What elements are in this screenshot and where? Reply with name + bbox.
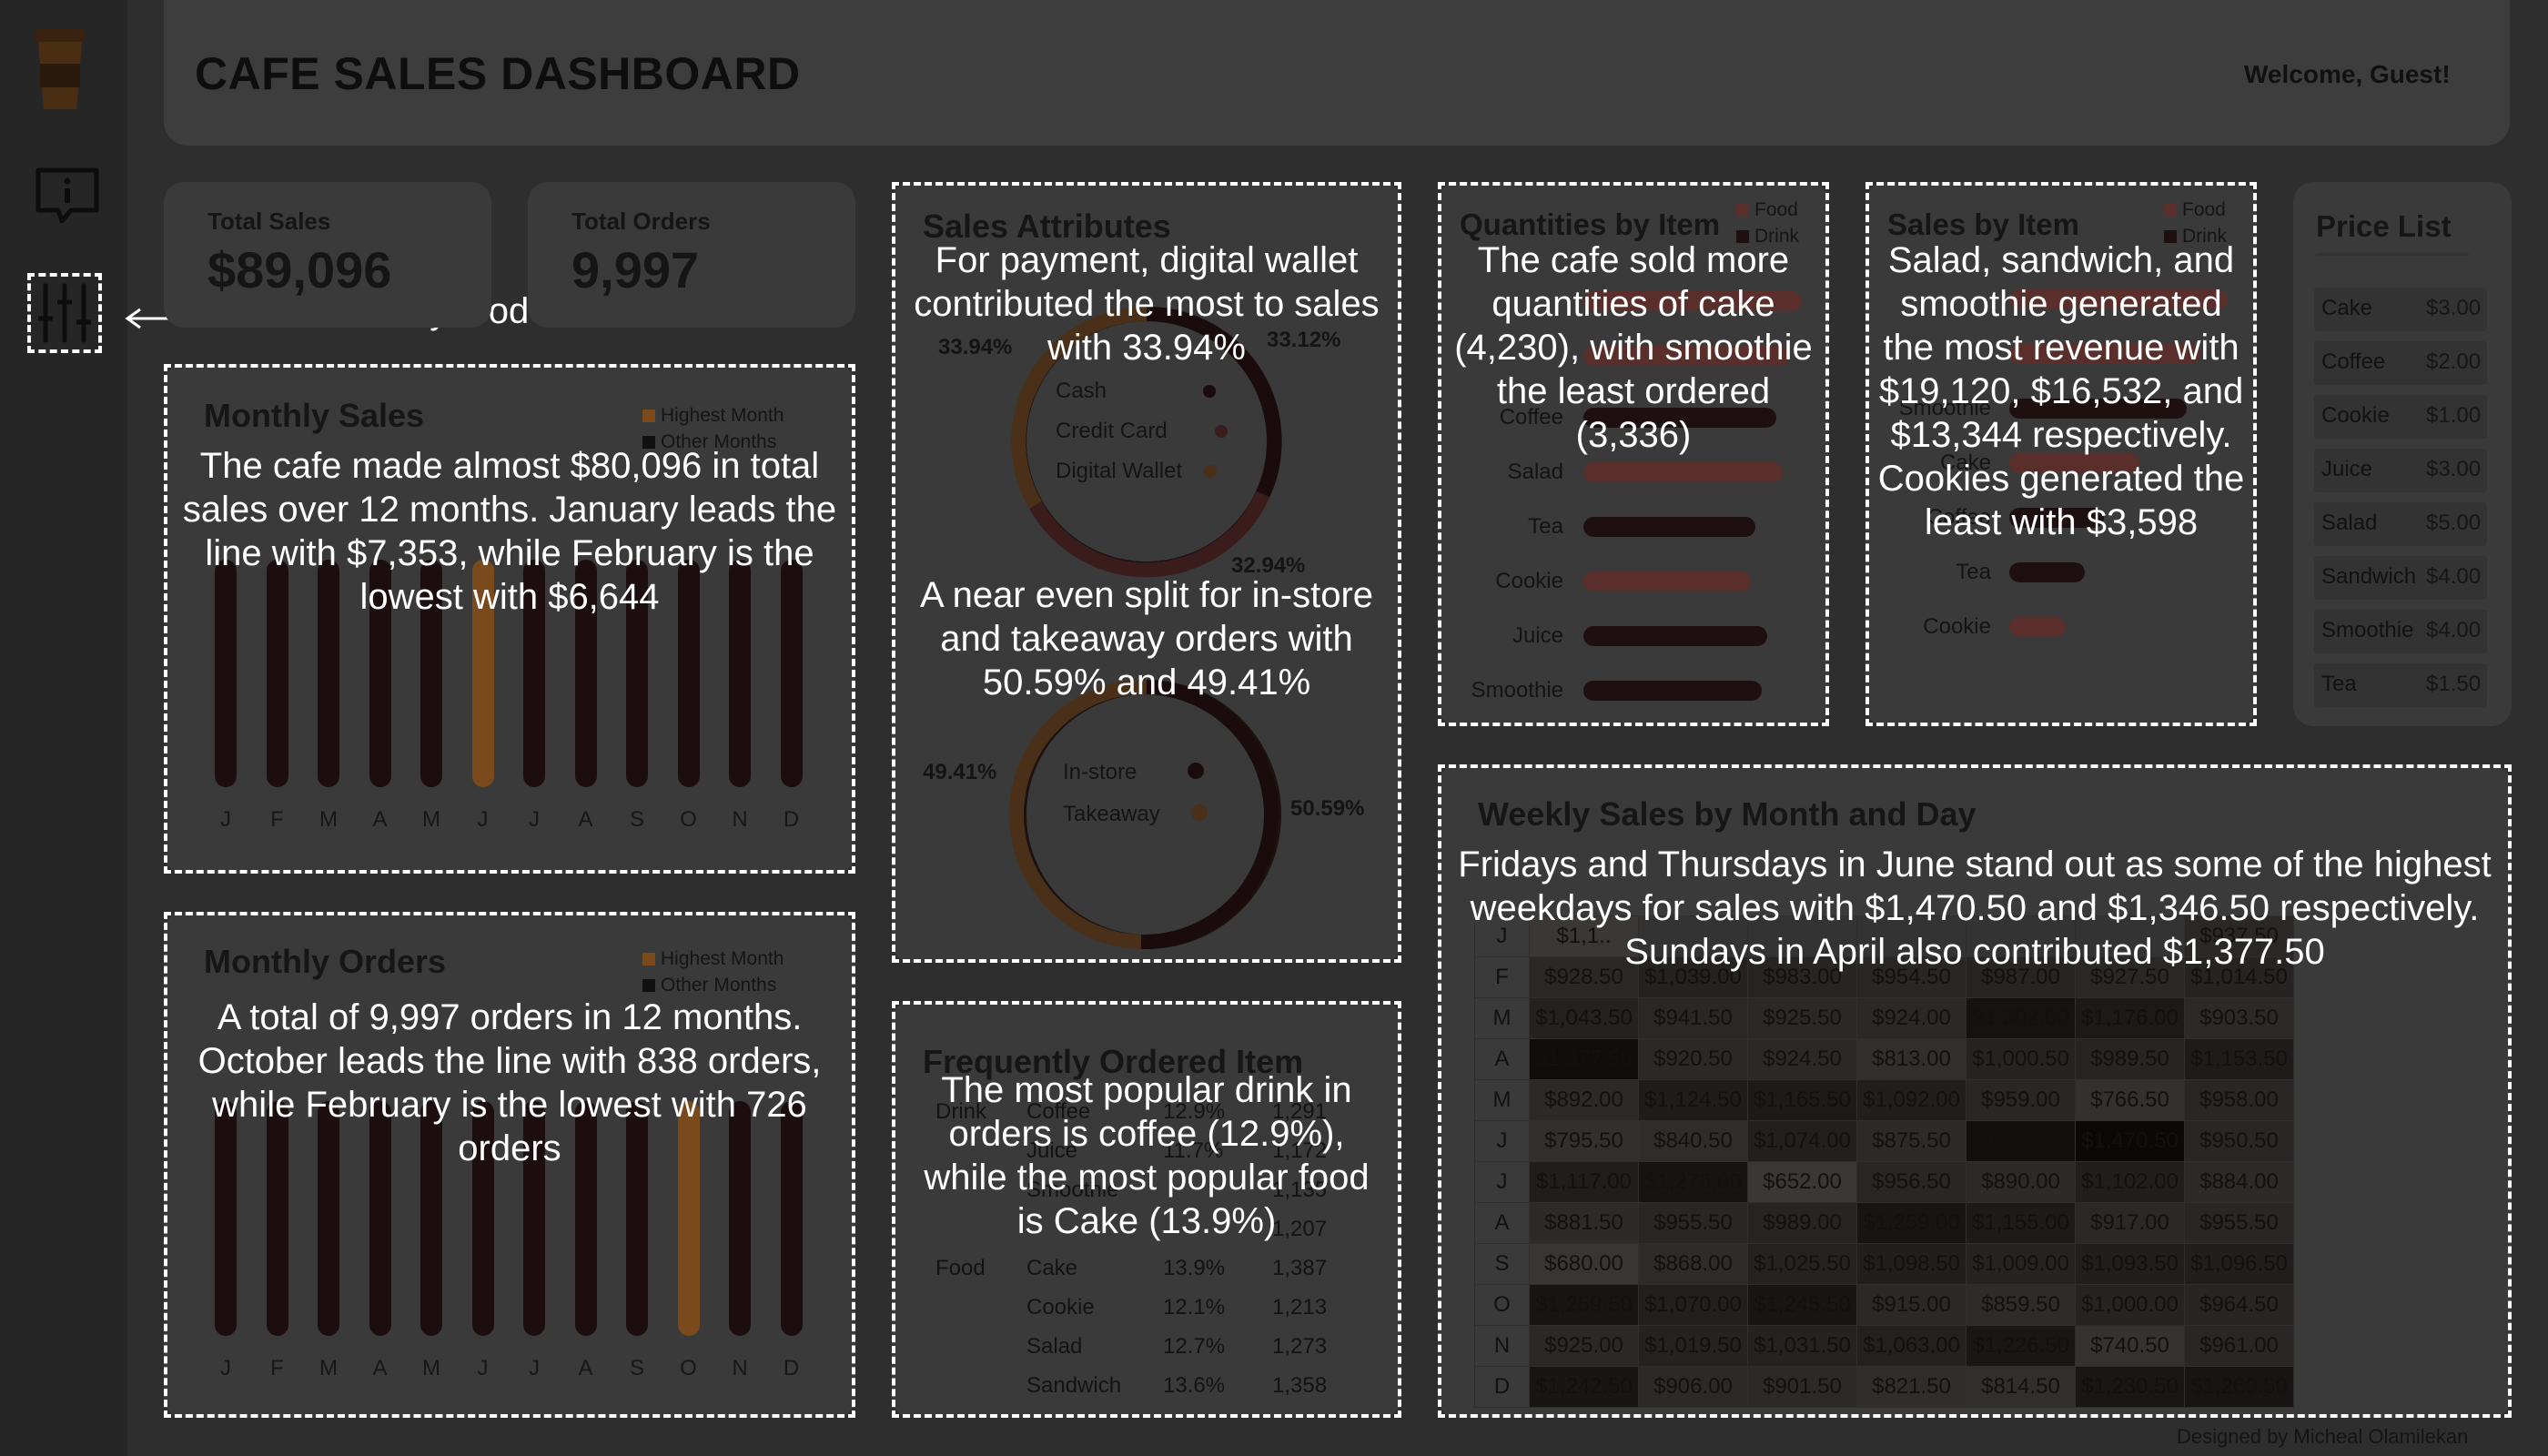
monthly-orders-note: A total of 9,997 orders in 12 months. Oc… [197, 997, 822, 1168]
price-list-item: Smoothie [2321, 618, 2414, 642]
filter-icon[interactable] [36, 282, 93, 344]
footer-credit: Designed by Micheal Olamilekan [2177, 1425, 2469, 1448]
kpi-total-orders-value: 9,997 [571, 241, 700, 298]
price-list-item: Cake [2321, 296, 2373, 320]
price-list-item: Sandwich [2321, 564, 2417, 589]
price-list-price: $2.00 [2426, 349, 2482, 374]
kpi-total-sales-label: Total Sales [207, 207, 331, 235]
price-list-item: Tea [2321, 672, 2357, 696]
price-list-item: Salad [2321, 511, 2378, 535]
price-list-rule [2316, 253, 2469, 256]
price-list-price: $5.00 [2426, 511, 2482, 535]
price-list-price: $1.00 [2426, 403, 2482, 428]
price-list-item: Coffee [2321, 349, 2386, 374]
weekly-sales-note: Fridays and Thursdays in June stand out … [1458, 844, 2492, 972]
order-type-note: A near even split for in-store and takea… [919, 575, 1374, 703]
monthly-sales-note: The cafe made almost $80,096 in total sa… [182, 446, 837, 617]
coffee-cup-logo [27, 25, 93, 116]
payment-note: For payment, digital wallet contributed … [914, 240, 1380, 368]
price-list-price: $3.00 [2426, 457, 2482, 481]
price-list-price: $3.00 [2426, 296, 2482, 320]
welcome-text: Welcome, Guest! [2244, 60, 2451, 88]
price-list-price: $4.00 [2426, 564, 2482, 589]
info-icon[interactable] [35, 167, 100, 227]
price-list-item: Juice [2321, 457, 2373, 481]
sales-by-item-note: Salad, sandwich, and smoothie generated … [1877, 240, 2245, 542]
price-list-price: $4.00 [2426, 618, 2482, 642]
monthly-sales-highlight [164, 364, 855, 874]
price-list-price: $1.50 [2426, 672, 2482, 696]
kpi-total-orders-label: Total Orders [571, 207, 711, 235]
page-title: CAFE SALES DASHBOARD [195, 48, 801, 99]
price-list-item: Cookie [2321, 403, 2390, 428]
frequently-ordered-note: The most popular drink in orders is coff… [924, 1070, 1370, 1241]
kpi-total-sales-value: $89,096 [207, 241, 392, 298]
price-list-title: Price List [2316, 209, 2452, 243]
quantities-note: The cafe sold more quantities of cake (4… [1454, 240, 1813, 455]
